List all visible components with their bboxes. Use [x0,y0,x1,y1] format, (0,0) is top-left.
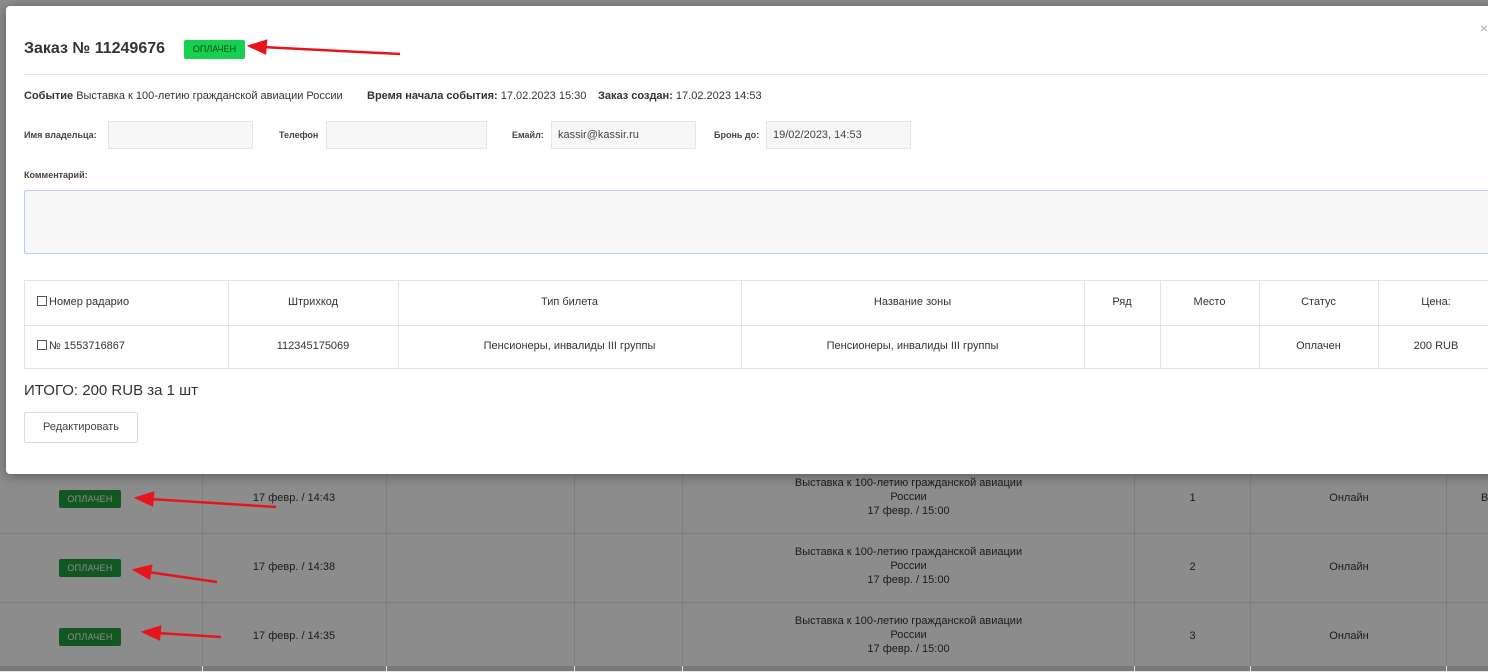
arrow-icon [156,631,222,639]
arrow-head-icon [140,625,162,641]
annotation-arrows [131,39,401,641]
arrow-icon [261,45,401,56]
arrow-head-icon [131,564,153,580]
arrow-head-icon [246,39,268,55]
arrow-icon [147,570,218,584]
arrow-icon [149,497,277,509]
arrow-head-icon [133,491,155,507]
